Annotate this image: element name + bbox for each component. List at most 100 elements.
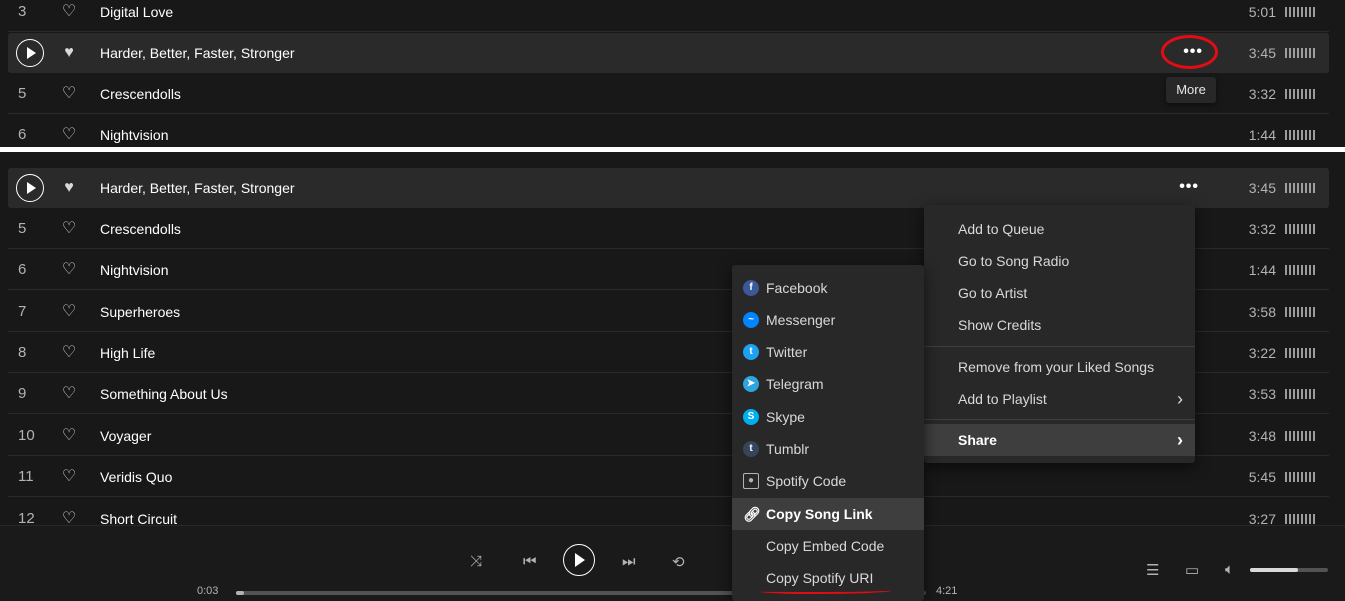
menu-item-add-to-queue[interactable]: Add to Queue: [924, 213, 1195, 245]
track-title: High Life: [100, 345, 156, 361]
menu-separator: [924, 419, 1195, 420]
menu-item-go-to-artist[interactable]: Go to Artist: [924, 277, 1195, 309]
popularity-bar: [1285, 48, 1317, 58]
menu-item-label: Add to Playlist: [958, 391, 1047, 407]
menu-item-share[interactable]: Share ›: [924, 424, 1195, 456]
chevron-right-icon: ›: [1177, 430, 1183, 450]
volume-icon[interactable]: 🔈︎: [1225, 561, 1234, 578]
progress-fill: [236, 591, 245, 595]
share-facebook[interactable]: f Facebook: [732, 272, 924, 304]
track-number: 8: [18, 344, 27, 361]
menu-item-label: Share: [958, 432, 997, 448]
devices-icon[interactable]: ▭: [1185, 561, 1199, 579]
track-duration: 1:44: [1248, 127, 1276, 143]
menu-separator: [924, 346, 1195, 347]
queue-icon[interactable]: ☰: [1146, 561, 1159, 579]
telegram-icon: ➤: [743, 376, 759, 392]
track-duration: 5:45: [1248, 469, 1276, 485]
heart-outline-icon[interactable]: ♡: [60, 3, 78, 21]
volume-fill: [1250, 568, 1299, 572]
track-context-menu: Add to Queue Go to Song Radio Go to Arti…: [924, 205, 1195, 463]
more-tooltip: More: [1166, 77, 1216, 103]
menu-item-remove-liked[interactable]: Remove from your Liked Songs: [924, 351, 1195, 383]
track-number: 6: [18, 261, 27, 278]
heart-filled-icon[interactable]: ♥: [60, 179, 78, 197]
menu-item-show-credits[interactable]: Show Credits: [924, 309, 1195, 341]
share-label: Spotify Code: [766, 473, 847, 489]
track-title: Veridis Quo: [100, 469, 173, 485]
volume-slider[interactable]: [1250, 568, 1328, 572]
heart-outline-icon[interactable]: ♡: [60, 85, 78, 103]
heart-outline-icon[interactable]: ♡: [60, 385, 78, 403]
twitter-icon: t: [743, 344, 759, 360]
play-track-icon[interactable]: [16, 39, 44, 67]
track-title: Short Circuit: [100, 511, 178, 525]
share-copy-song-link[interactable]: 🔗︎ Copy Song Link: [732, 498, 924, 530]
more-options-button[interactable]: •••: [1179, 178, 1199, 196]
track-title: Something About Us: [100, 386, 228, 402]
track-number: 12: [18, 510, 35, 525]
play-track-icon[interactable]: [16, 174, 44, 202]
track-row[interactable]: 5 ♡ Crescendolls 3:32: [8, 74, 1329, 114]
heart-outline-icon[interactable]: ♡: [60, 126, 78, 144]
track-number: 6: [18, 126, 27, 143]
track-title: Voyager: [100, 428, 152, 444]
track-number: 10: [18, 427, 35, 444]
popularity-bar: [1285, 431, 1317, 441]
menu-item-song-radio[interactable]: Go to Song Radio: [924, 245, 1195, 277]
share-label: Facebook: [766, 280, 828, 296]
track-title: Nightvision: [100, 127, 169, 143]
share-label: Telegram: [766, 376, 824, 392]
track-number: 5: [18, 220, 27, 237]
track-row[interactable]: 11 ♡ Veridis Quo 5:45: [8, 457, 1329, 497]
popularity-bar: [1285, 389, 1317, 399]
heart-outline-icon[interactable]: ♡: [60, 427, 78, 445]
next-track-icon[interactable]: ⏭: [622, 553, 636, 570]
play-pause-button[interactable]: [563, 544, 595, 576]
previous-track-icon[interactable]: ⏮: [523, 553, 537, 570]
track-title: Crescendolls: [100, 86, 181, 102]
track-duration: 3:27: [1248, 511, 1276, 525]
popularity-bar: [1285, 348, 1317, 358]
heart-filled-icon[interactable]: ♥: [60, 44, 78, 62]
track-duration: 3:22: [1248, 345, 1276, 361]
heart-outline-icon[interactable]: ♡: [60, 303, 78, 321]
share-label: Messenger: [766, 312, 836, 328]
share-skype[interactable]: S Skype: [732, 401, 924, 433]
track-row[interactable]: 3 ♡ Digital Love 5:01: [8, 0, 1329, 32]
heart-outline-icon[interactable]: ♡: [60, 220, 78, 238]
link-icon: 🔗︎: [743, 506, 761, 522]
track-number: 7: [18, 303, 27, 320]
total-time: 4:21: [936, 585, 958, 597]
popularity-bar: [1285, 224, 1317, 234]
heart-outline-icon[interactable]: ♡: [60, 468, 78, 486]
heart-outline-icon[interactable]: ♡: [60, 261, 78, 279]
shuffle-icon[interactable]: ⤨: [470, 553, 482, 570]
share-tumblr[interactable]: t Tumblr: [732, 433, 924, 465]
track-row-active[interactable]: ♥ Harder, Better, Faster, Stronger ••• 3…: [8, 33, 1329, 73]
heart-outline-icon[interactable]: ♡: [60, 510, 78, 525]
menu-item-add-to-playlist[interactable]: Add to Playlist ›: [924, 383, 1195, 415]
track-number: 5: [18, 85, 27, 102]
share-copy-embed-code[interactable]: Copy Embed Code: [732, 530, 924, 562]
track-row[interactable]: 6 ♡ Nightvision 1:44: [8, 115, 1329, 148]
track-duration: 3:32: [1248, 86, 1276, 102]
popularity-bar: [1285, 183, 1317, 193]
share-twitter[interactable]: t Twitter: [732, 336, 924, 368]
facebook-icon: f: [743, 280, 759, 296]
track-number: 9: [18, 385, 27, 402]
share-messenger[interactable]: ~ Messenger: [732, 304, 924, 336]
share-telegram[interactable]: ➤ Telegram: [732, 368, 924, 400]
track-row[interactable]: 12 ♡ Short Circuit 3:27: [8, 499, 1329, 525]
track-duration: 3:58: [1248, 304, 1276, 320]
share-spotify-code[interactable]: ● Spotify Code: [732, 465, 924, 497]
share-label: Twitter: [766, 344, 808, 360]
popularity-bar: [1285, 307, 1317, 317]
track-number: 11: [18, 468, 34, 485]
track-duration: 3:48: [1248, 428, 1276, 444]
repeat-icon[interactable]: ⟲: [672, 553, 685, 571]
track-row-active[interactable]: ♥ Harder, Better, Faster, Stronger ••• 3…: [8, 168, 1329, 208]
track-title: Harder, Better, Faster, Stronger: [100, 45, 295, 61]
heart-outline-icon[interactable]: ♡: [60, 344, 78, 362]
annotation-circle: [1161, 35, 1218, 69]
